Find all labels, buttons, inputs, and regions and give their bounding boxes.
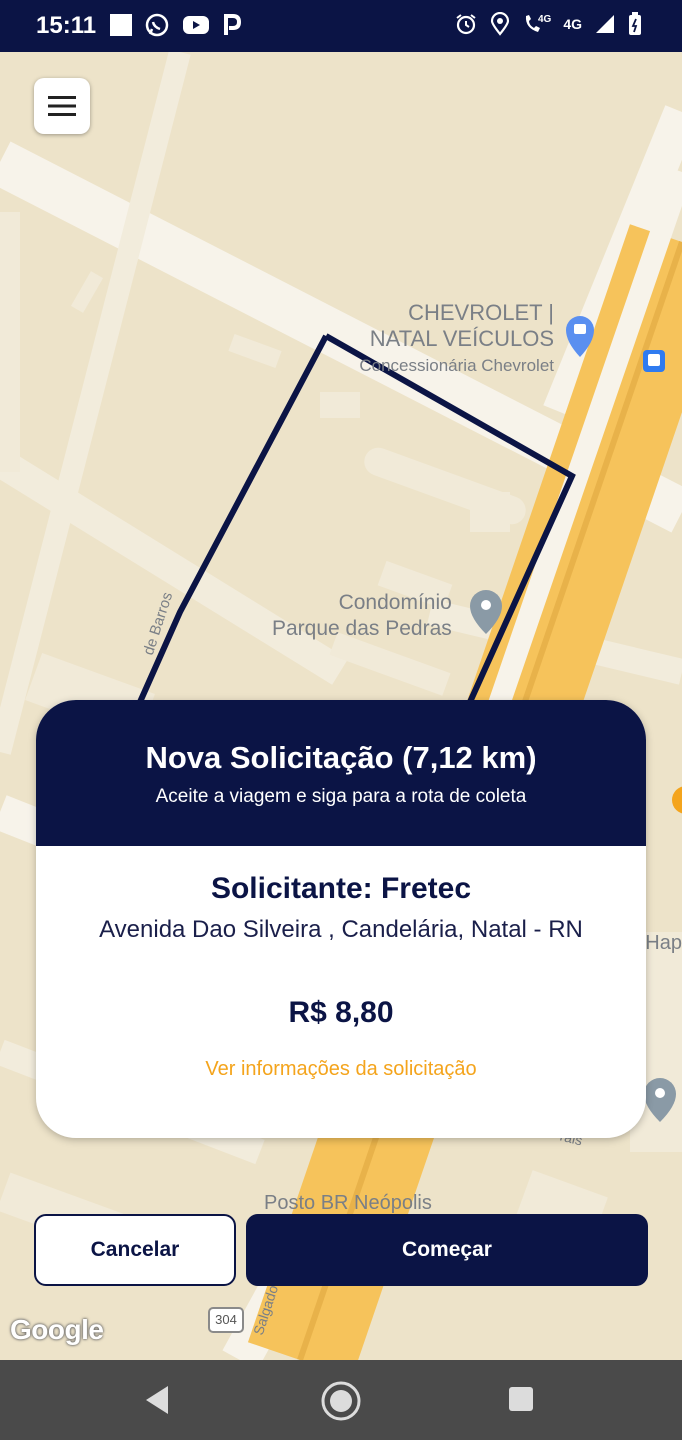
hamburger-icon [48, 96, 76, 116]
poi-chevrolet-sublabel: Concessionária Chevrolet [359, 356, 554, 375]
start-button[interactable]: Começar [246, 1214, 648, 1286]
alarm-icon [454, 12, 478, 36]
status-bar: 15:11 4G 4G [0, 0, 682, 52]
battery-icon [628, 12, 642, 36]
request-card: Nova Solicitação (7,12 km) Aceite a viag… [36, 700, 646, 1138]
request-card-body: Solicitante: Fretec Avenida Dao Silveira… [36, 872, 646, 1081]
request-title: Nova Solicitação (7,12 km) [145, 740, 537, 775]
bus-stop-icon[interactable] [643, 350, 665, 372]
trip-price: R$ 8,80 [288, 996, 394, 1029]
location-icon [490, 12, 510, 36]
status-time: 15:11 [36, 12, 97, 39]
poi-posto-label[interactable]: Posto BR Neópolis [264, 1192, 432, 1215]
request-card-header: Nova Solicitação (7,12 km) Aceite a viag… [36, 700, 646, 846]
signal-icon [594, 13, 616, 35]
poi-chevrolet-label[interactable]: CHEVROLET | NATAL VEÍCULOS [370, 300, 554, 352]
view-request-info-link[interactable]: Ver informações da solicitação [36, 1058, 646, 1081]
recents-icon[interactable] [508, 1386, 534, 1417]
square-icon [110, 14, 132, 36]
poi-chevrolet-line1: CHEVROLET | [408, 300, 554, 325]
back-icon[interactable] [142, 1382, 174, 1423]
request-subtitle: Aceite a viagem e siga para a rota de co… [155, 786, 527, 807]
youtube-icon [182, 14, 210, 36]
parking-app-icon [222, 13, 242, 37]
network-label-small: 4G [537, 13, 552, 25]
system-nav-bar [0, 1360, 682, 1440]
edge-label-hap: Hap [645, 932, 682, 954]
pickup-address: Avenida Dao Silveira , Candelária, Natal… [99, 916, 583, 943]
status-left-icons [110, 12, 242, 38]
google-logo[interactable]: Google [10, 1314, 104, 1346]
network-label: 4G [563, 16, 582, 32]
status-right-icons: 4G 4G [454, 12, 642, 36]
cancel-button[interactable]: Cancelar [34, 1214, 236, 1286]
poi-condominio-line1: Condomínio [338, 591, 452, 614]
poi-chevrolet-line2: NATAL VEÍCULOS [369, 326, 554, 351]
whatsapp-icon [144, 12, 170, 38]
poi-condominio-label[interactable]: Condomínio Parque das Pedras [272, 590, 452, 642]
home-icon[interactable] [320, 1380, 362, 1427]
poi-condominio-line2: Parque das Pedras [272, 617, 452, 640]
requester-name: Solicitante: Fretec [210, 872, 472, 905]
road-shield: 304 [208, 1307, 244, 1333]
volte-call-icon: 4G [522, 12, 551, 36]
menu-button[interactable] [34, 78, 90, 134]
